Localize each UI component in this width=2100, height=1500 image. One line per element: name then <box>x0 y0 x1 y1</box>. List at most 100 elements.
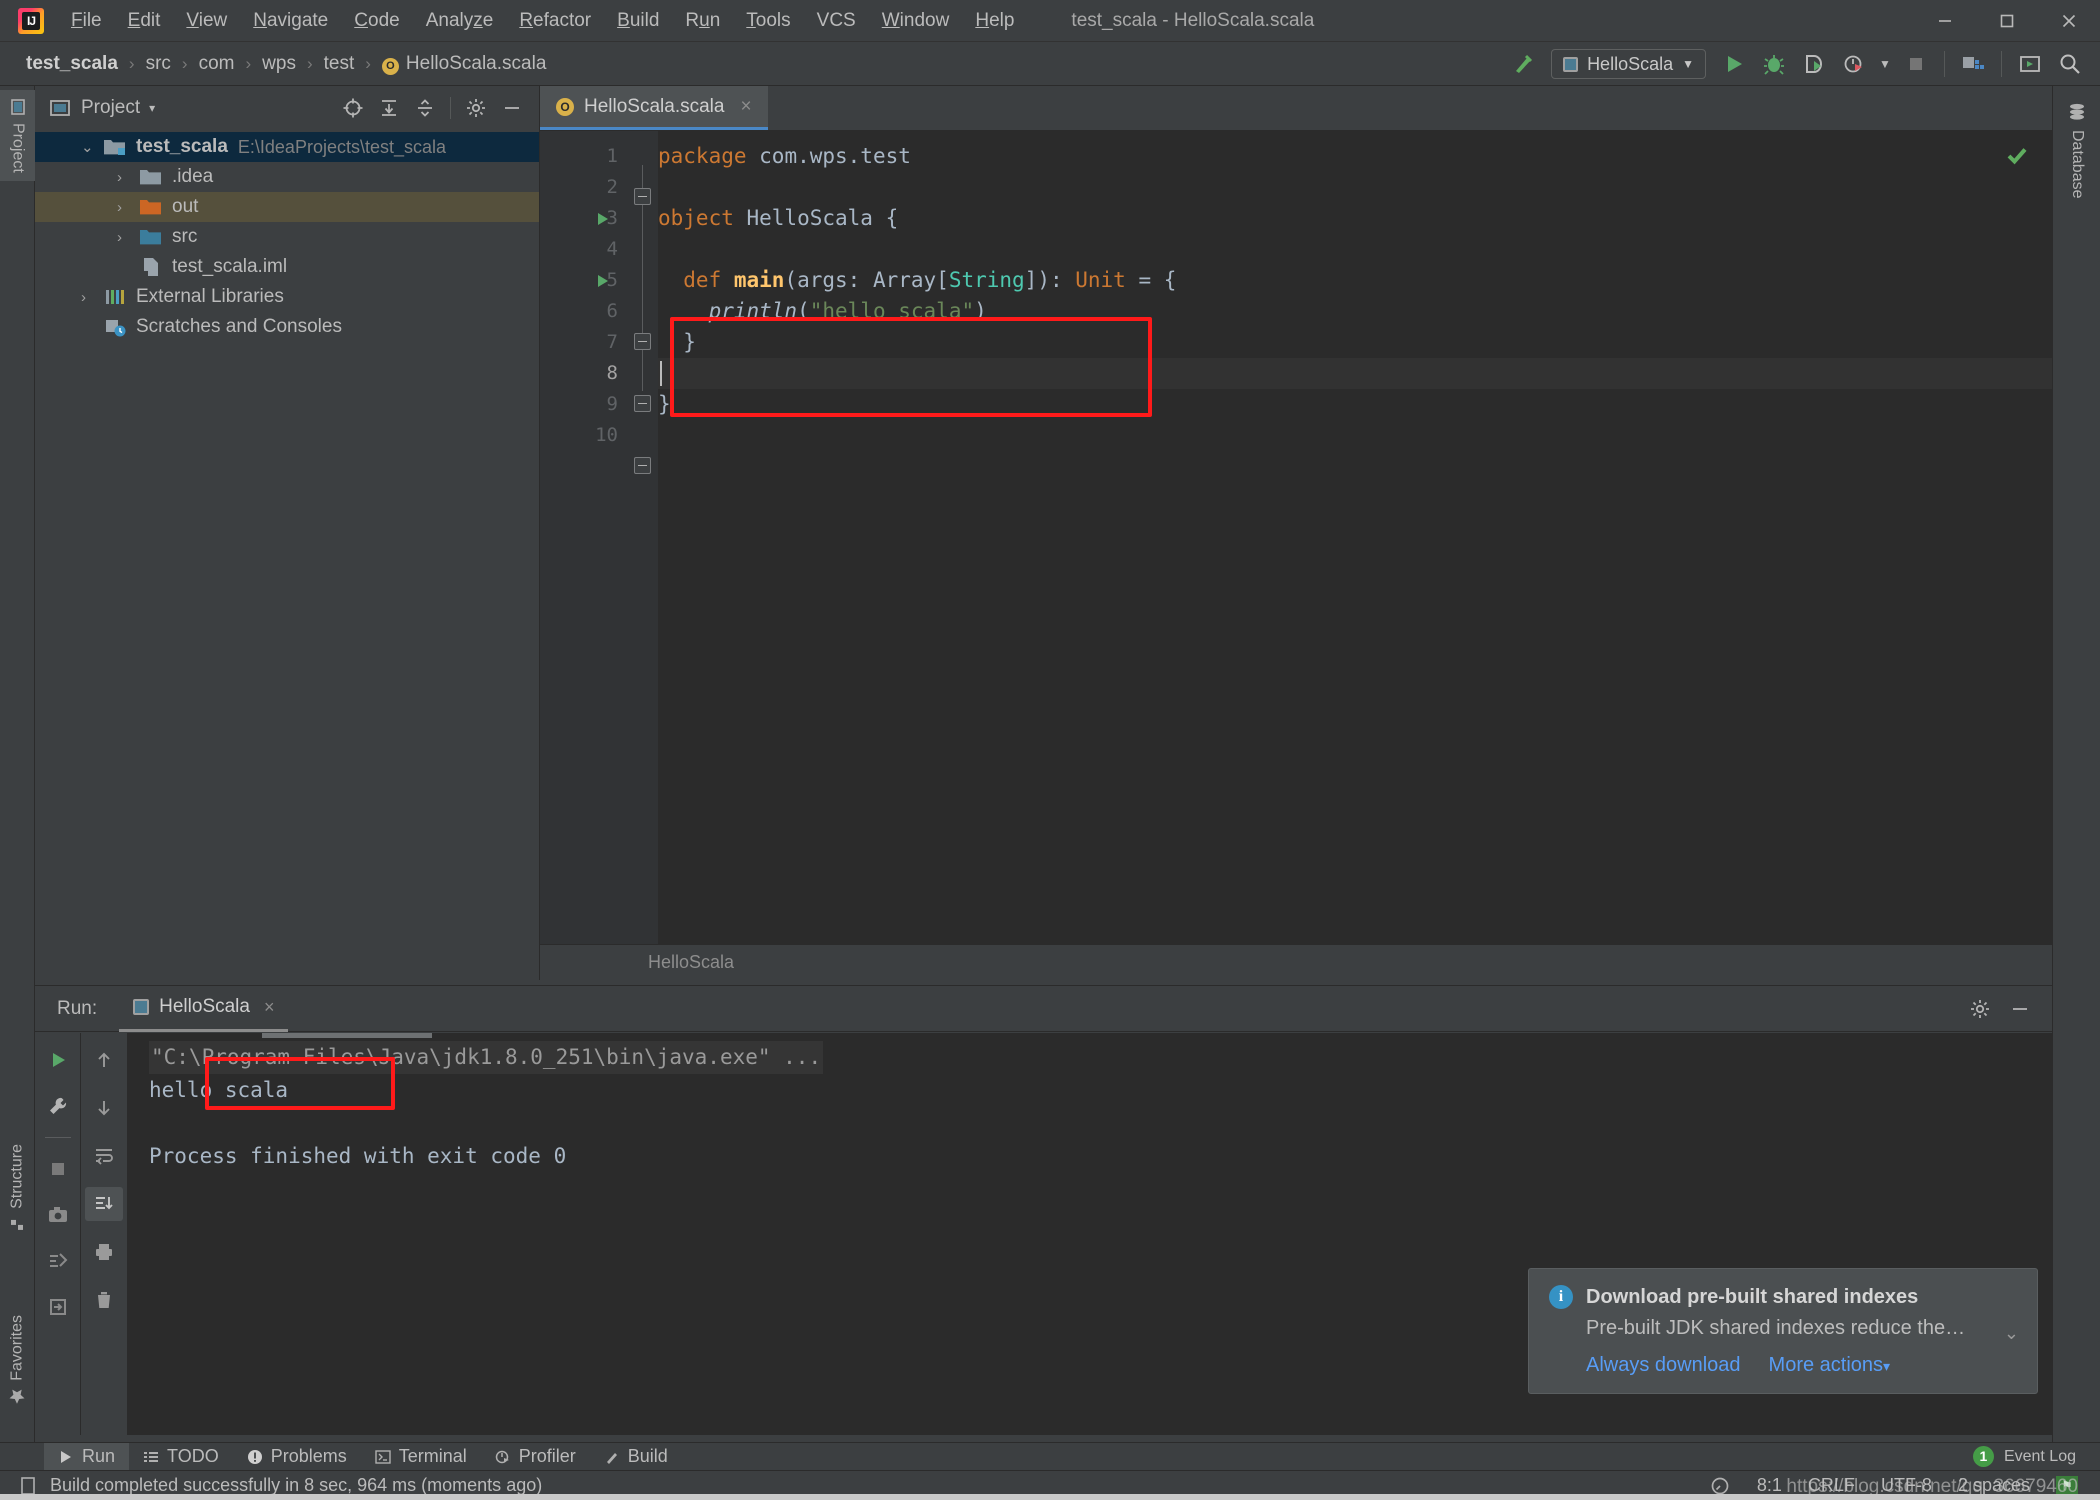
update-icon[interactable] <box>2010 42 2050 86</box>
chevron-right-icon[interactable]: › <box>81 289 103 306</box>
editor-breadcrumb[interactable]: HelloScala <box>540 944 2052 980</box>
gutter-run-icon-line-3[interactable] <box>592 203 614 234</box>
settings-gear-icon[interactable] <box>1962 991 1998 1027</box>
caret-position[interactable]: 8:1 <box>1757 1475 1782 1496</box>
event-log-area[interactable]: 1 Event Log <box>1973 1446 2100 1467</box>
stop-icon[interactable] <box>39 1152 77 1186</box>
breadcrumb-item-helloscala-scala[interactable]: OHelloScala.scala <box>378 51 550 77</box>
run-icon[interactable] <box>1714 42 1754 86</box>
run-configuration-selector[interactable]: HelloScala ▼ <box>1551 49 1706 79</box>
editor-tab-helloscala[interactable]: O HelloScala.scala × <box>540 86 768 130</box>
chevron-right-icon[interactable]: › <box>117 199 139 216</box>
run-tab-helloscala[interactable]: HelloScala × <box>119 986 288 1032</box>
chevron-right-icon[interactable]: › <box>117 169 139 186</box>
menu-item-help[interactable]: Help <box>962 6 1027 36</box>
rerun-icon[interactable] <box>39 1043 77 1077</box>
line-number-2[interactable]: 2 <box>540 172 618 203</box>
console-scrollbar[interactable] <box>262 1033 432 1038</box>
line-number-10[interactable]: 10 <box>540 420 618 451</box>
menu-item-view[interactable]: View <box>173 6 240 36</box>
wrench-icon[interactable] <box>39 1089 77 1123</box>
scroll-down-icon[interactable] <box>85 1091 123 1125</box>
camera-icon[interactable] <box>39 1198 77 1232</box>
tree-node--idea[interactable]: ›.idea <box>35 162 539 192</box>
scroll-up-icon[interactable] <box>85 1043 123 1077</box>
chevron-right-icon[interactable]: › <box>117 229 139 246</box>
always-download-link[interactable]: Always download <box>1586 1354 1741 1377</box>
code-editor[interactable]: 12345678910 package com.wps.testobject H… <box>540 131 2052 944</box>
menu-item-code[interactable]: Code <box>341 6 412 36</box>
tree-node-scratches-and-consoles[interactable]: Scratches and Consoles <box>35 312 539 342</box>
run-with-coverage-icon[interactable] <box>1794 42 1834 86</box>
soft-wrap-icon[interactable] <box>85 1139 123 1173</box>
breadcrumb-item-com[interactable]: com <box>195 51 239 77</box>
print-icon[interactable] <box>85 1235 123 1269</box>
breadcrumb-item-test[interactable]: test <box>320 51 359 77</box>
bottom-tab-terminal[interactable]: Terminal <box>361 1443 481 1471</box>
tree-node-src[interactable]: ›src <box>35 222 539 252</box>
tree-node-out[interactable]: ›out <box>35 192 539 222</box>
breadcrumb-item-src[interactable]: src <box>142 51 175 77</box>
more-actions-link[interactable]: More actions▾ <box>1769 1354 1891 1377</box>
hide-icon[interactable] <box>2002 991 2038 1027</box>
line-number-9[interactable]: 9 <box>540 389 618 420</box>
menu-item-navigate[interactable]: Navigate <box>240 6 341 36</box>
clear-all-icon[interactable] <box>85 1283 123 1317</box>
menu-item-analyze[interactable]: Analyze <box>413 6 507 36</box>
sidebar-item-structure[interactable]: Structure <box>0 1136 35 1242</box>
close-button[interactable] <box>2038 0 2100 42</box>
menu-item-run[interactable]: Run <box>672 6 733 36</box>
export-icon[interactable] <box>39 1290 77 1324</box>
menu-item-build[interactable]: Build <box>604 6 672 36</box>
notification-popup[interactable]: i Download pre-built shared indexes Pre-… <box>1528 1268 2038 1394</box>
chevron-down-icon[interactable]: ▾ <box>149 101 155 115</box>
status-message-area[interactable]: Build completed successfully in 8 sec, 9… <box>18 1475 542 1496</box>
maximize-button[interactable] <box>1976 0 2038 42</box>
collapse-all-icon[interactable] <box>408 91 442 125</box>
tree-node-test_scala[interactable]: ⌄test_scalaE:\IdeaProjects\test_scala <box>35 132 539 162</box>
code-line-9[interactable]: } <box>658 389 2052 420</box>
fold-marker-main[interactable] <box>634 333 651 350</box>
build-hammer-icon[interactable] <box>1503 42 1543 86</box>
menu-item-edit[interactable]: Edit <box>115 6 174 36</box>
menu-item-window[interactable]: Window <box>869 6 963 36</box>
minimize-button[interactable] <box>1914 0 1976 42</box>
code-line-10[interactable] <box>658 420 2052 451</box>
select-opened-file-icon[interactable] <box>336 91 370 125</box>
menu-item-tools[interactable]: Tools <box>733 6 803 36</box>
ok-checkmark-icon[interactable] <box>2004 143 2030 174</box>
bottom-tab-build[interactable]: Build <box>590 1443 682 1471</box>
code-line-1[interactable]: package com.wps.test <box>658 141 2052 172</box>
bottom-tab-todo[interactable]: TODO <box>129 1443 233 1471</box>
sidebar-item-database[interactable]: Database <box>2053 92 2100 209</box>
sidebar-item-project[interactable]: Project <box>0 90 35 181</box>
menu-item-file[interactable]: File <box>58 6 115 36</box>
line-number-7[interactable]: 7 <box>540 327 618 358</box>
fold-marker-main-end[interactable] <box>634 395 651 412</box>
gutter-run-icon-line-5[interactable] <box>592 265 614 296</box>
code-line-4[interactable] <box>658 234 2052 265</box>
tree-node-external-libraries[interactable]: ›External Libraries <box>35 282 539 312</box>
line-number-4[interactable]: 4 <box>540 234 618 265</box>
project-structure-icon[interactable] <box>1953 42 1993 86</box>
breadcrumb-item-test_scala[interactable]: test_scala <box>22 51 122 77</box>
fold-marker-object-end[interactable] <box>634 457 651 474</box>
sidebar-item-favorites[interactable]: Favorites <box>0 1307 35 1414</box>
profiler-dropdown-icon[interactable]: ▼ <box>1874 42 1896 86</box>
close-icon[interactable]: × <box>740 96 751 118</box>
debug-icon[interactable] <box>1754 42 1794 86</box>
stop-icon[interactable] <box>1896 42 1936 86</box>
menu-item-refactor[interactable]: Refactor <box>506 6 604 36</box>
line-number-8[interactable]: 8 <box>540 358 618 389</box>
code-line-5[interactable]: def main(args: Array[String]): Unit = { <box>658 265 2052 296</box>
menu-item-vcs[interactable]: VCS <box>804 6 869 36</box>
breadcrumb-item-wps[interactable]: wps <box>258 51 300 77</box>
search-icon[interactable] <box>2050 42 2090 86</box>
fold-marker-object[interactable] <box>634 188 651 205</box>
code-line-2[interactable] <box>658 172 2052 203</box>
scroll-to-end-icon[interactable] <box>85 1187 123 1221</box>
code-line-3[interactable]: object HelloScala { <box>658 203 2052 234</box>
dump-threads-icon[interactable] <box>39 1244 77 1278</box>
tree-node-test_scala-iml[interactable]: test_scala.iml <box>35 252 539 282</box>
settings-gear-icon[interactable] <box>459 91 493 125</box>
